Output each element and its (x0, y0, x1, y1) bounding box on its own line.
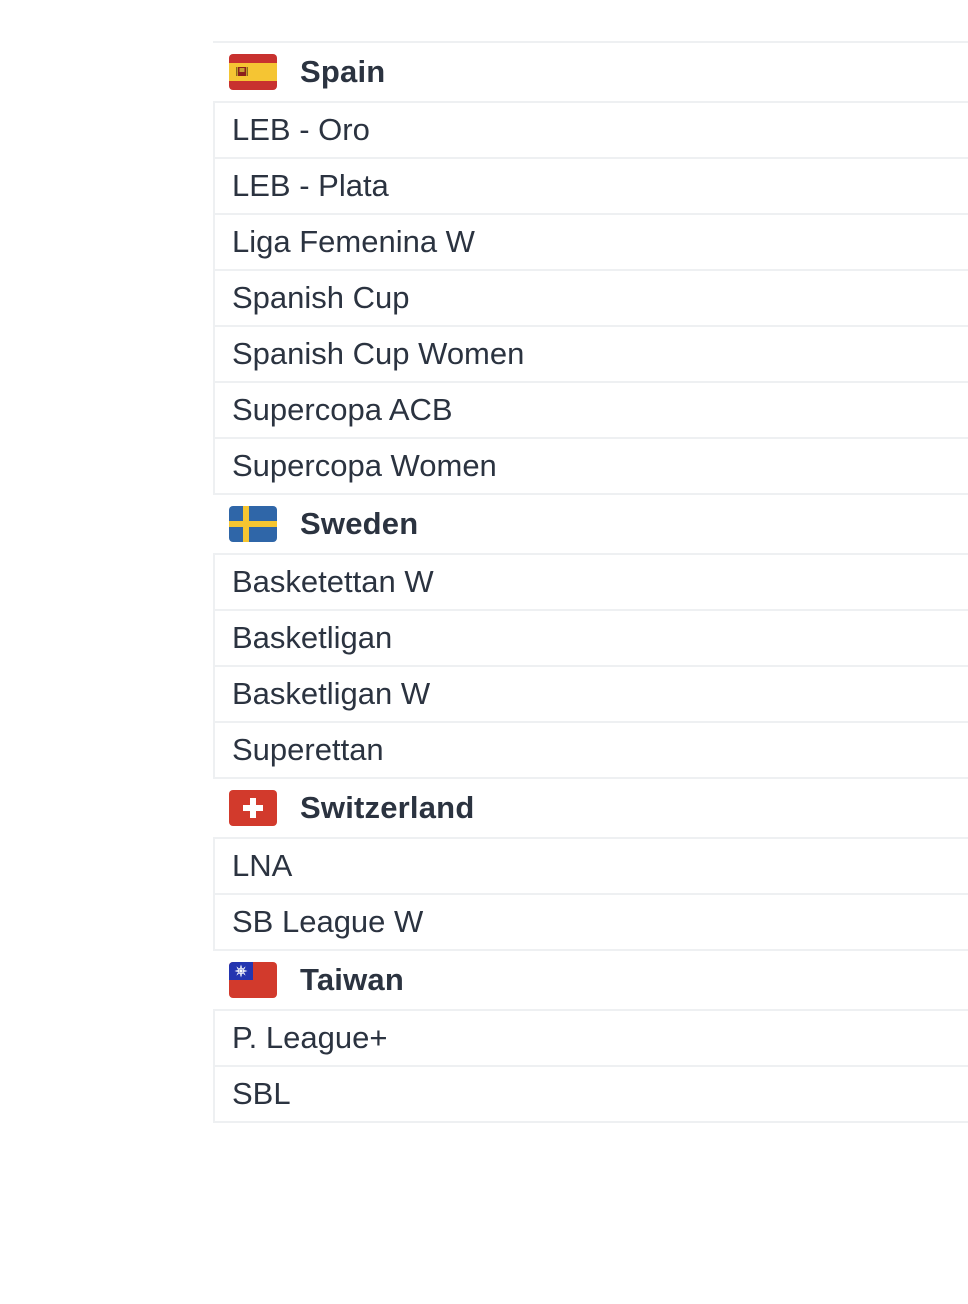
league-item[interactable]: Supercopa ACB (213, 383, 968, 439)
league-item[interactable]: P. League+ (213, 1011, 968, 1067)
country-header-switzerland[interactable]: Switzerland (213, 779, 968, 839)
league-item[interactable]: Liga Femenina W (213, 215, 968, 271)
country-header-taiwan[interactable]: Taiwan (213, 951, 968, 1011)
country-name: Taiwan (300, 962, 404, 997)
country-header-spain[interactable]: Spain (213, 43, 968, 103)
league-item[interactable]: Spanish Cup (213, 271, 968, 327)
country-name: Switzerland (300, 790, 475, 825)
league-item[interactable]: Basketligan (213, 611, 968, 667)
league-item[interactable]: LNA (213, 839, 968, 895)
competition-list: Spain LEB - Oro LEB - Plata Liga Femenin… (213, 41, 968, 1123)
league-item[interactable]: Supercopa Women (213, 439, 968, 495)
sweden-flag-icon (229, 506, 277, 542)
league-item[interactable]: Basketligan W (213, 667, 968, 723)
country-name: Spain (300, 54, 386, 89)
league-item[interactable]: Spanish Cup Women (213, 327, 968, 383)
league-item[interactable]: SB League W (213, 895, 968, 951)
spain-flag-icon (229, 54, 277, 90)
switzerland-flag-icon (229, 790, 277, 826)
league-item[interactable]: Superettan (213, 723, 968, 779)
league-item[interactable]: Basketettan W (213, 555, 968, 611)
country-name: Sweden (300, 506, 419, 541)
league-item[interactable]: LEB - Plata (213, 159, 968, 215)
league-item[interactable]: SBL (213, 1067, 968, 1123)
taiwan-flag-icon (229, 962, 277, 998)
country-header-sweden[interactable]: Sweden (213, 495, 968, 555)
league-item[interactable]: LEB - Oro (213, 103, 968, 159)
